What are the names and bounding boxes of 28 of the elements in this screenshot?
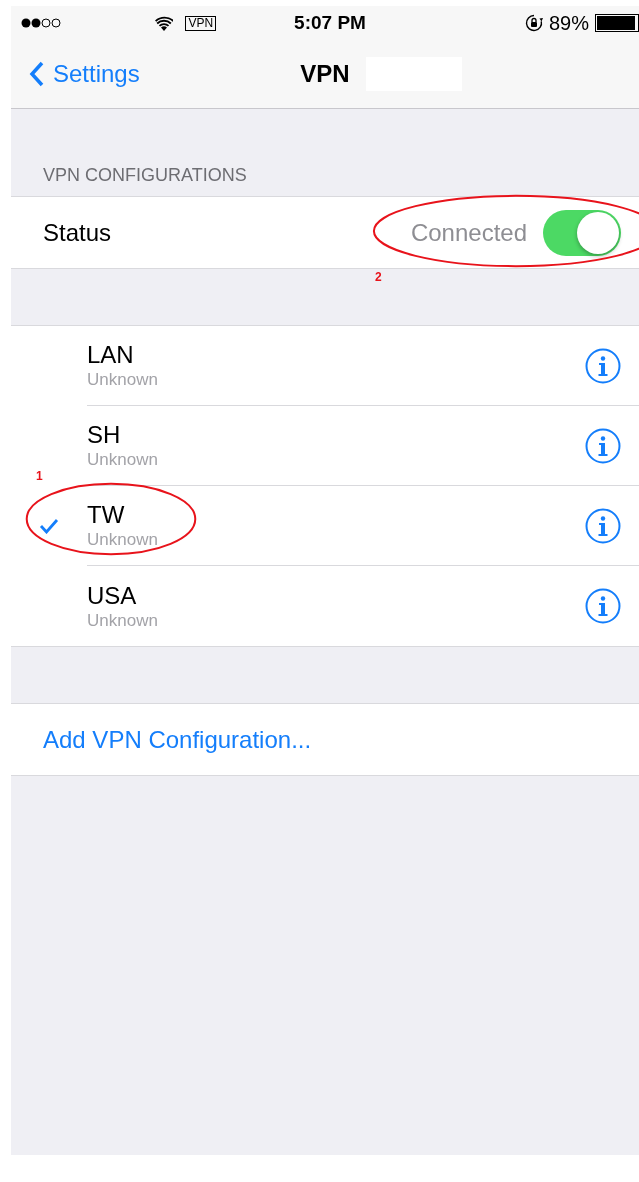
vpn-status: Unknown	[87, 449, 159, 470]
vpn-badge: VPN	[185, 15, 217, 31]
info-icon[interactable]	[585, 588, 621, 624]
annotation-number: 1	[36, 469, 43, 483]
status-value: Connected	[410, 218, 527, 247]
back-button[interactable]: Settings	[11, 60, 140, 88]
info-icon[interactable]	[585, 427, 621, 464]
rotation-lock-icon	[524, 14, 543, 32]
annotation-number: 2	[375, 270, 382, 284]
add-configuration-link[interactable]: Add VPN Configuration...	[43, 725, 312, 754]
clock-time: 5:07 PM	[294, 12, 366, 34]
vpn-toggle[interactable]	[543, 209, 621, 256]
back-chevron-icon	[29, 61, 45, 87]
battery-percent: 89%	[548, 11, 589, 35]
info-icon[interactable]	[585, 507, 621, 544]
vpn-name: SH	[87, 421, 122, 449]
vpn-status: Unknown	[87, 609, 159, 631]
vpn-name: LAN	[87, 341, 135, 369]
vpn-name: USA	[87, 581, 138, 610]
signal-icon	[21, 17, 63, 29]
wifi-icon	[155, 15, 174, 31]
battery-icon	[595, 14, 639, 32]
vpn-status: Unknown	[87, 529, 159, 550]
screen-title: VPN	[300, 60, 350, 88]
vpn-status: Unknown	[87, 369, 159, 390]
status-label: Status	[43, 218, 113, 247]
vpn-name: TW	[87, 501, 126, 529]
info-icon[interactable]	[585, 347, 621, 384]
